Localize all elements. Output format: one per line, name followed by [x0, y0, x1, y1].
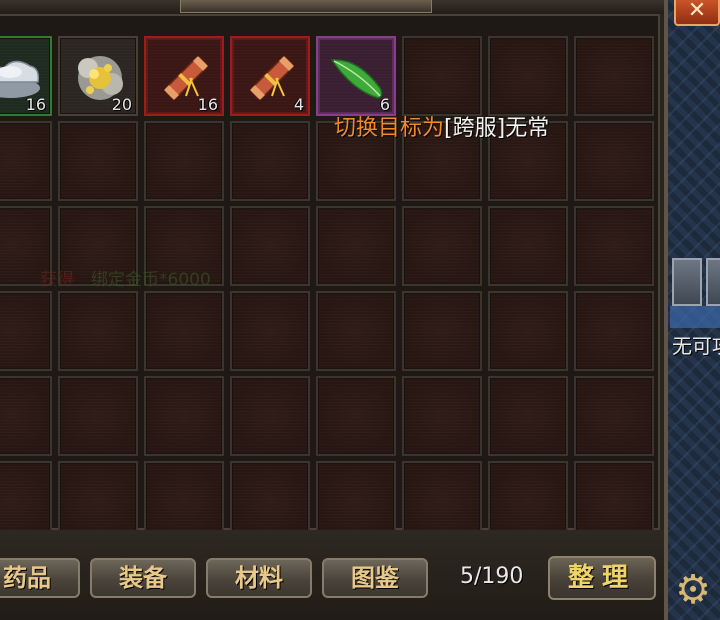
inventory-panel: 16 20 16 4 6 切换目标为[跨服]无常 获得 绑定金币*6000 药品 装备 … — [0, 0, 668, 620]
inventory-slot-empty[interactable] — [402, 36, 482, 116]
inventory-slot-firework-tube[interactable]: 4 — [230, 36, 310, 116]
inventory-slot-empty[interactable] — [230, 376, 310, 456]
close-icon: ✕ — [687, 0, 707, 23]
inventory-slot-empty[interactable] — [230, 291, 310, 371]
inventory-slot-empty[interactable] — [488, 376, 568, 456]
inventory-slot-empty[interactable] — [488, 36, 568, 116]
item-count: 4 — [293, 95, 304, 114]
inventory-slot-empty[interactable] — [144, 121, 224, 201]
inventory-slot-empty[interactable] — [402, 461, 482, 541]
tab-equipment[interactable]: 装备 — [90, 558, 196, 598]
inventory-slot-empty[interactable] — [574, 121, 654, 201]
inventory-slot-empty[interactable] — [230, 206, 310, 286]
inventory-slot-empty[interactable] — [0, 461, 52, 541]
map-side-text: 无可攻 — [672, 334, 720, 358]
faded-message-part1: 获得 — [40, 270, 74, 290]
inventory-slot-empty[interactable] — [488, 461, 568, 541]
inventory-slot-empty[interactable] — [402, 376, 482, 456]
inventory-slot-empty[interactable] — [316, 291, 396, 371]
faded-reward-message: 获得 绑定金币*6000 — [40, 265, 211, 290]
inventory-slot-empty[interactable] — [488, 291, 568, 371]
inventory-slot-firework-tube[interactable]: 16 — [144, 36, 224, 116]
inventory-slot-gold-ore[interactable]: 20 — [58, 36, 138, 116]
tab-catalog[interactable]: 图鉴 — [322, 558, 428, 598]
gear-icon[interactable]: ⚙ — [666, 560, 720, 620]
inventory-slot-empty[interactable] — [58, 291, 138, 371]
map-tile-button-2[interactable] — [706, 258, 720, 306]
inventory-slot-empty[interactable] — [230, 121, 310, 201]
inventory-slot-green-feather[interactable]: 6 — [316, 36, 396, 116]
inventory-slot-empty[interactable] — [144, 376, 224, 456]
inventory-slot-empty[interactable] — [0, 121, 52, 201]
inventory-slot-empty[interactable] — [144, 291, 224, 371]
inventory-slot-empty[interactable] — [58, 376, 138, 456]
inventory-slot-empty[interactable] — [316, 461, 396, 541]
inventory-slot-empty[interactable] — [574, 36, 654, 116]
sort-button[interactable]: 整理 — [548, 556, 656, 600]
inventory-slot-empty[interactable] — [316, 376, 396, 456]
inventory-slot-empty[interactable] — [58, 461, 138, 541]
tab-medicine[interactable]: 药品 — [0, 558, 80, 598]
target-message-name: 无常 — [505, 116, 550, 141]
inventory-slot-empty[interactable] — [316, 206, 396, 286]
inventory-slot-empty[interactable] — [574, 291, 654, 371]
target-switch-message: 切换目标为[跨服]无常 — [334, 110, 549, 142]
inventory-slot-silver-ingot[interactable]: 16 — [0, 36, 52, 116]
inventory-slot-empty[interactable] — [574, 206, 654, 286]
inventory-slot-empty[interactable] — [574, 461, 654, 541]
item-count: 16 — [25, 95, 46, 114]
target-message-prefix: 切换目标为 — [334, 116, 445, 141]
inventory-slot-empty[interactable] — [402, 206, 482, 286]
tab-materials[interactable]: 材料 — [206, 558, 312, 598]
inventory-slot-empty[interactable] — [58, 121, 138, 201]
inventory-slot-empty[interactable] — [574, 376, 654, 456]
inventory-slot-empty[interactable] — [144, 461, 224, 541]
inventory-slot-empty[interactable] — [0, 376, 52, 456]
inventory-slot-empty[interactable] — [402, 291, 482, 371]
faded-message-part2: 绑定金币*6000 — [91, 270, 211, 290]
close-button[interactable]: ✕ — [674, 0, 720, 26]
capacity-count: 5/190 — [460, 564, 524, 589]
map-blue-banner — [670, 306, 720, 328]
target-message-bracket: [跨服] — [444, 116, 506, 141]
inventory-slot-empty[interactable] — [488, 206, 568, 286]
inventory-slot-empty[interactable] — [230, 461, 310, 541]
item-count: 20 — [111, 95, 132, 114]
map-tile-button[interactable] — [672, 258, 702, 306]
panel-title-tab — [180, 0, 432, 13]
item-count: 16 — [197, 95, 218, 114]
inventory-slot-empty[interactable] — [0, 291, 52, 371]
